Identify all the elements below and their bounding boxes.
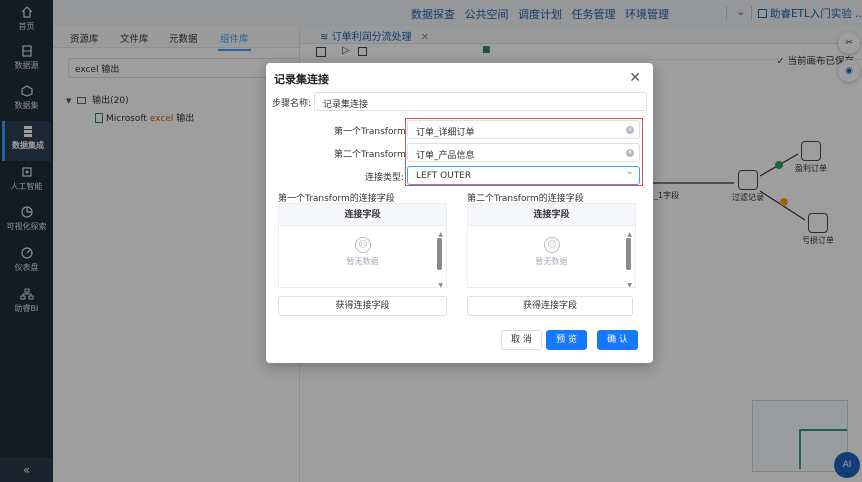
scroll-up-icon[interactable]: ▲ [438,231,443,238]
scroll-down-icon[interactable]: ▼ [438,282,443,289]
dialog-title: 记录集连接 [274,73,329,86]
clear-icon[interactable]: ✕ [626,149,634,157]
preview-button[interactable]: 预 览 [546,330,587,350]
scrollbar[interactable] [626,238,631,270]
empty-state-text: 暂无数据 [346,257,379,266]
first-transform-select[interactable]: 订单_详细订单 [407,120,640,139]
chevron-down-icon[interactable]: ⌄ [626,167,634,177]
scroll-down-icon[interactable]: ▼ [627,282,632,289]
table-header: 连接字段 [279,204,446,226]
scroll-up-icon[interactable]: ▲ [627,231,632,238]
get-right-fields-button[interactable]: 获得连接字段 [467,296,633,316]
confirm-button[interactable]: 确 认 [597,330,638,350]
join-recordset-dialog: 记录集连接 ✕ 步骤名称: 记录集连接 第一个Transform: 订单_详细订… [266,63,653,363]
table-header: 连接字段 [468,204,635,226]
empty-face-icon: ☹ [544,237,560,253]
second-transform-select[interactable]: 订单_产品信息 [407,143,640,162]
first-transform-label: 第一个Transform: [334,127,409,137]
join-type-label: 连接类型: [365,173,405,183]
clear-icon[interactable]: ✕ [626,126,634,134]
join-type-select[interactable]: LEFT OUTER [407,166,640,185]
empty-face-icon: ☹ [355,237,371,253]
second-transform-label: 第二个Transform: [334,150,409,160]
right-join-fields-table: 连接字段 ☹ 暂无数据 ▲ ▼ [467,203,636,289]
cancel-button[interactable]: 取 消 [501,330,542,350]
empty-state-text: 暂无数据 [535,257,568,266]
step-name-input[interactable]: 记录集连接 [314,92,647,111]
left-join-fields-table: 连接字段 ☹ 暂无数据 ▲ ▼ [278,203,447,289]
step-name-label: 步骤名称: [272,99,312,109]
scrollbar[interactable] [437,238,442,270]
close-icon[interactable]: ✕ [629,70,641,86]
get-left-fields-button[interactable]: 获得连接字段 [278,296,447,316]
